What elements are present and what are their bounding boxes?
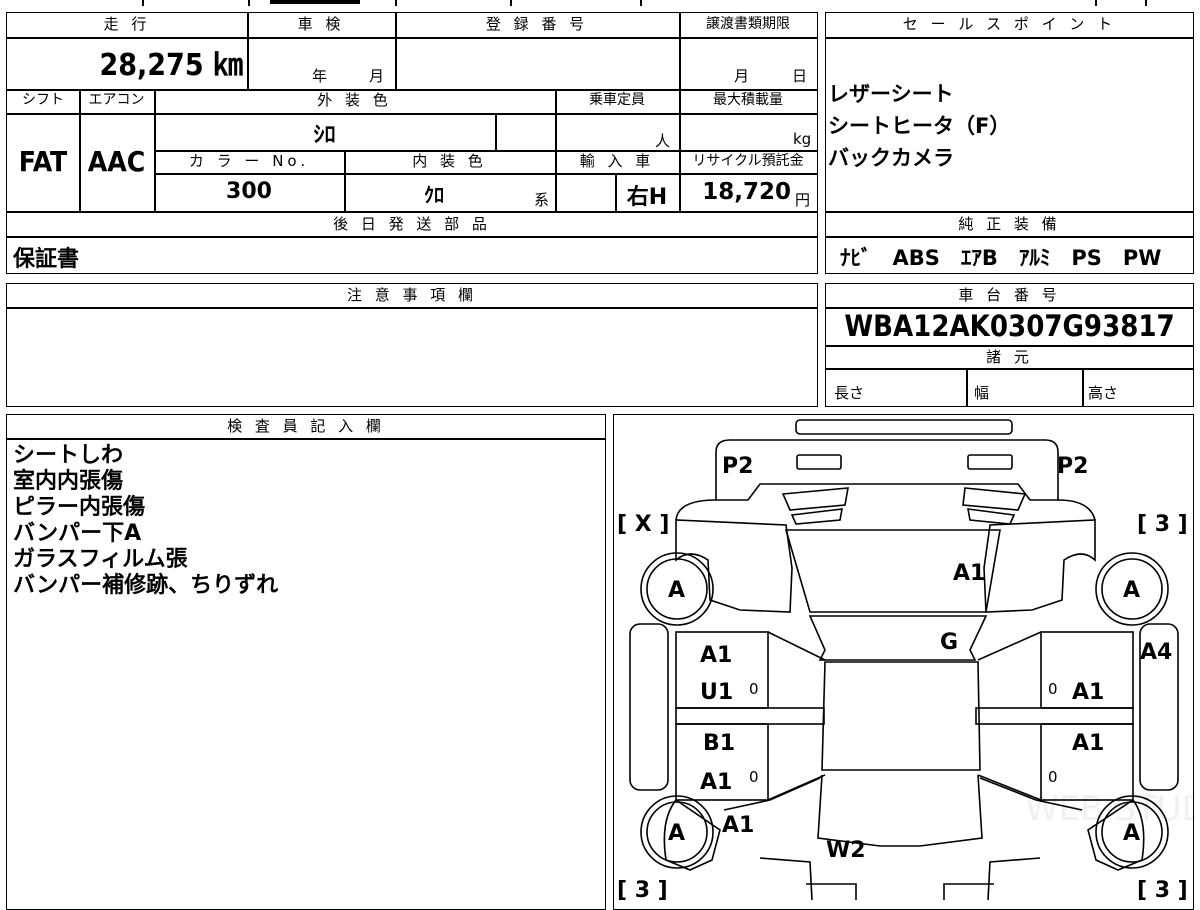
mark-rr-door: A1 [1072,731,1104,756]
mark-3-bottom-left: [ 3 ] [617,878,668,903]
later-parts-header: 後 日 発 送 部 品 [333,215,491,233]
max-load-header: 最大積載量 [713,92,783,108]
recycle-header: リサイクル預託金 [692,153,804,169]
color-no-header: カ ラ ー No. [188,152,310,170]
shift-header: シフト [22,92,64,108]
mark-tire-rr: A [1123,821,1140,846]
inspector-header: 検 査 員 記 入 欄 [227,417,385,435]
mark-zero-1: 0 [749,680,759,698]
mark-3-bottom-right: [ 3 ] [1137,878,1188,903]
recycle-fee-value: 18,720 [702,179,791,205]
notes-box: 注 意 事 項 欄 [6,283,818,407]
inspector-note-5: ガラスフィルム張 [13,547,188,572]
mark-3-top-right: [ 3 ] [1137,512,1188,537]
capacity-unit: 人 [655,132,671,150]
inspection-month-unit: 月 [369,67,385,85]
inspector-note-2: 室内内張傷 [13,469,124,494]
mark-hood: A1 [953,561,985,586]
exterior-color-header: 外 装 色 [317,91,392,109]
inspector-note-1: シートしわ [13,443,124,468]
mileage-value: 28,275 ㎞ [99,48,243,83]
sales-point-box: セ ー ル ス ポ イ ン ト レザーシート シートヒータ（F） バックカメラ … [825,12,1194,274]
specs-header: 諸 元 [986,348,1033,366]
import-value: 右H [626,185,668,210]
inspection-year-unit: 年 [312,67,328,85]
inspector-box: 検 査 員 記 入 欄 シートしわ 室内内張傷 ピラー内張傷 バンパー下A ガラ… [6,414,606,910]
capacity-header: 乗車定員 [589,92,645,108]
mark-tire-fr: A [1123,578,1140,603]
chassis-number: WBA12AK0307G93817 [844,309,1175,343]
mark-zero-4: 0 [1048,768,1058,786]
spec-length-label: 長さ [834,384,865,402]
mileage-header: 走 行 [103,15,151,33]
mark-rl-door-1: B1 [703,731,735,756]
inspector-note-6: バンパー補修跡、ちりずれ [13,573,279,598]
import-header: 輸 入 車 [579,152,655,170]
spec-height-label: 高さ [1088,384,1119,402]
aircon-header: エアコン [88,92,145,108]
equipment-value: ﾅﾋﾞ ABS ｴｱB ｱﾙﾐ PS PW [840,246,1162,270]
recycle-unit: 円 [795,191,811,209]
mark-windshield: G [940,630,958,655]
shift-value: FAT [18,145,68,178]
spec-width-label: 幅 [974,384,990,402]
chassis-box: 車 台 番 号 WBA12AK0307G93817 諸 元 長さ 幅 高さ [825,283,1194,407]
mark-fl-door-1: A1 [700,643,732,668]
car-diagram-box: WEB STUDIO R P2 P2 [ X ] [ 3 ] [ 3 ] [ 3… [613,414,1194,910]
color-no-value: 300 [226,179,272,204]
notes-header: 注 意 事 項 欄 [346,286,478,304]
exterior-color-value: ｼﾛ [313,123,336,148]
transfer-day-unit: 日 [792,67,808,85]
mark-fl-door-2: U1 [700,680,733,705]
transfer-month-unit: 月 [734,67,750,85]
later-parts-value: 保証書 [13,247,80,272]
mark-p2-right: P2 [1057,454,1088,479]
mark-p2-left: P2 [722,454,753,479]
max-load-unit: kg [793,130,812,148]
vehicle-info-table: 走 行 車 検 登 録 番 号 譲渡書類期限 28,275 ㎞ 年 月 月 日 … [6,12,818,274]
mark-zero-2: 0 [1048,680,1058,698]
interior-color-value: ｸﾛ [424,183,444,207]
chassis-header: 車 台 番 号 [958,286,1061,304]
mark-rear-fender-l: A1 [722,813,754,838]
inspection-header: 車 検 [297,15,345,33]
aircon-value: AAC [87,145,146,178]
mark-rear-glass: W2 [826,838,866,863]
interior-color-header: 内 装 色 [412,152,487,170]
transfer-deadline-header: 譲渡書類期限 [706,16,790,32]
top-strip [0,0,1200,6]
interior-color-suffix: 系 [534,191,550,209]
mark-fr-door: A1 [1072,680,1104,705]
watermark-text: WEB STUDIO R [1025,789,1194,829]
sales-point-2: シートヒータ（F） [828,114,1011,138]
mark-tire-rl: A [668,821,685,846]
inspector-note-3: ピラー内張傷 [13,495,146,520]
sales-point-3: バックカメラ [828,146,954,170]
mark-tire-fl: A [668,578,685,603]
car-diagram: WEB STUDIO R P2 P2 [ X ] [ 3 ] [ 3 ] [ 3… [617,418,1194,903]
registration-header: 登 録 番 号 [485,15,589,33]
equipment-header: 純 正 装 備 [958,215,1061,233]
mark-zero-3: 0 [749,768,759,786]
mark-x-left: [ X ] [617,512,669,537]
mark-right-pillar: A4 [1140,640,1172,665]
sales-point-header: セ ー ル ス ポ イ ン ト [902,15,1117,33]
mark-rl-door-2: A1 [700,770,732,795]
inspector-note-4: バンパー下A [13,521,142,546]
sales-point-1: レザーシート [828,82,954,106]
